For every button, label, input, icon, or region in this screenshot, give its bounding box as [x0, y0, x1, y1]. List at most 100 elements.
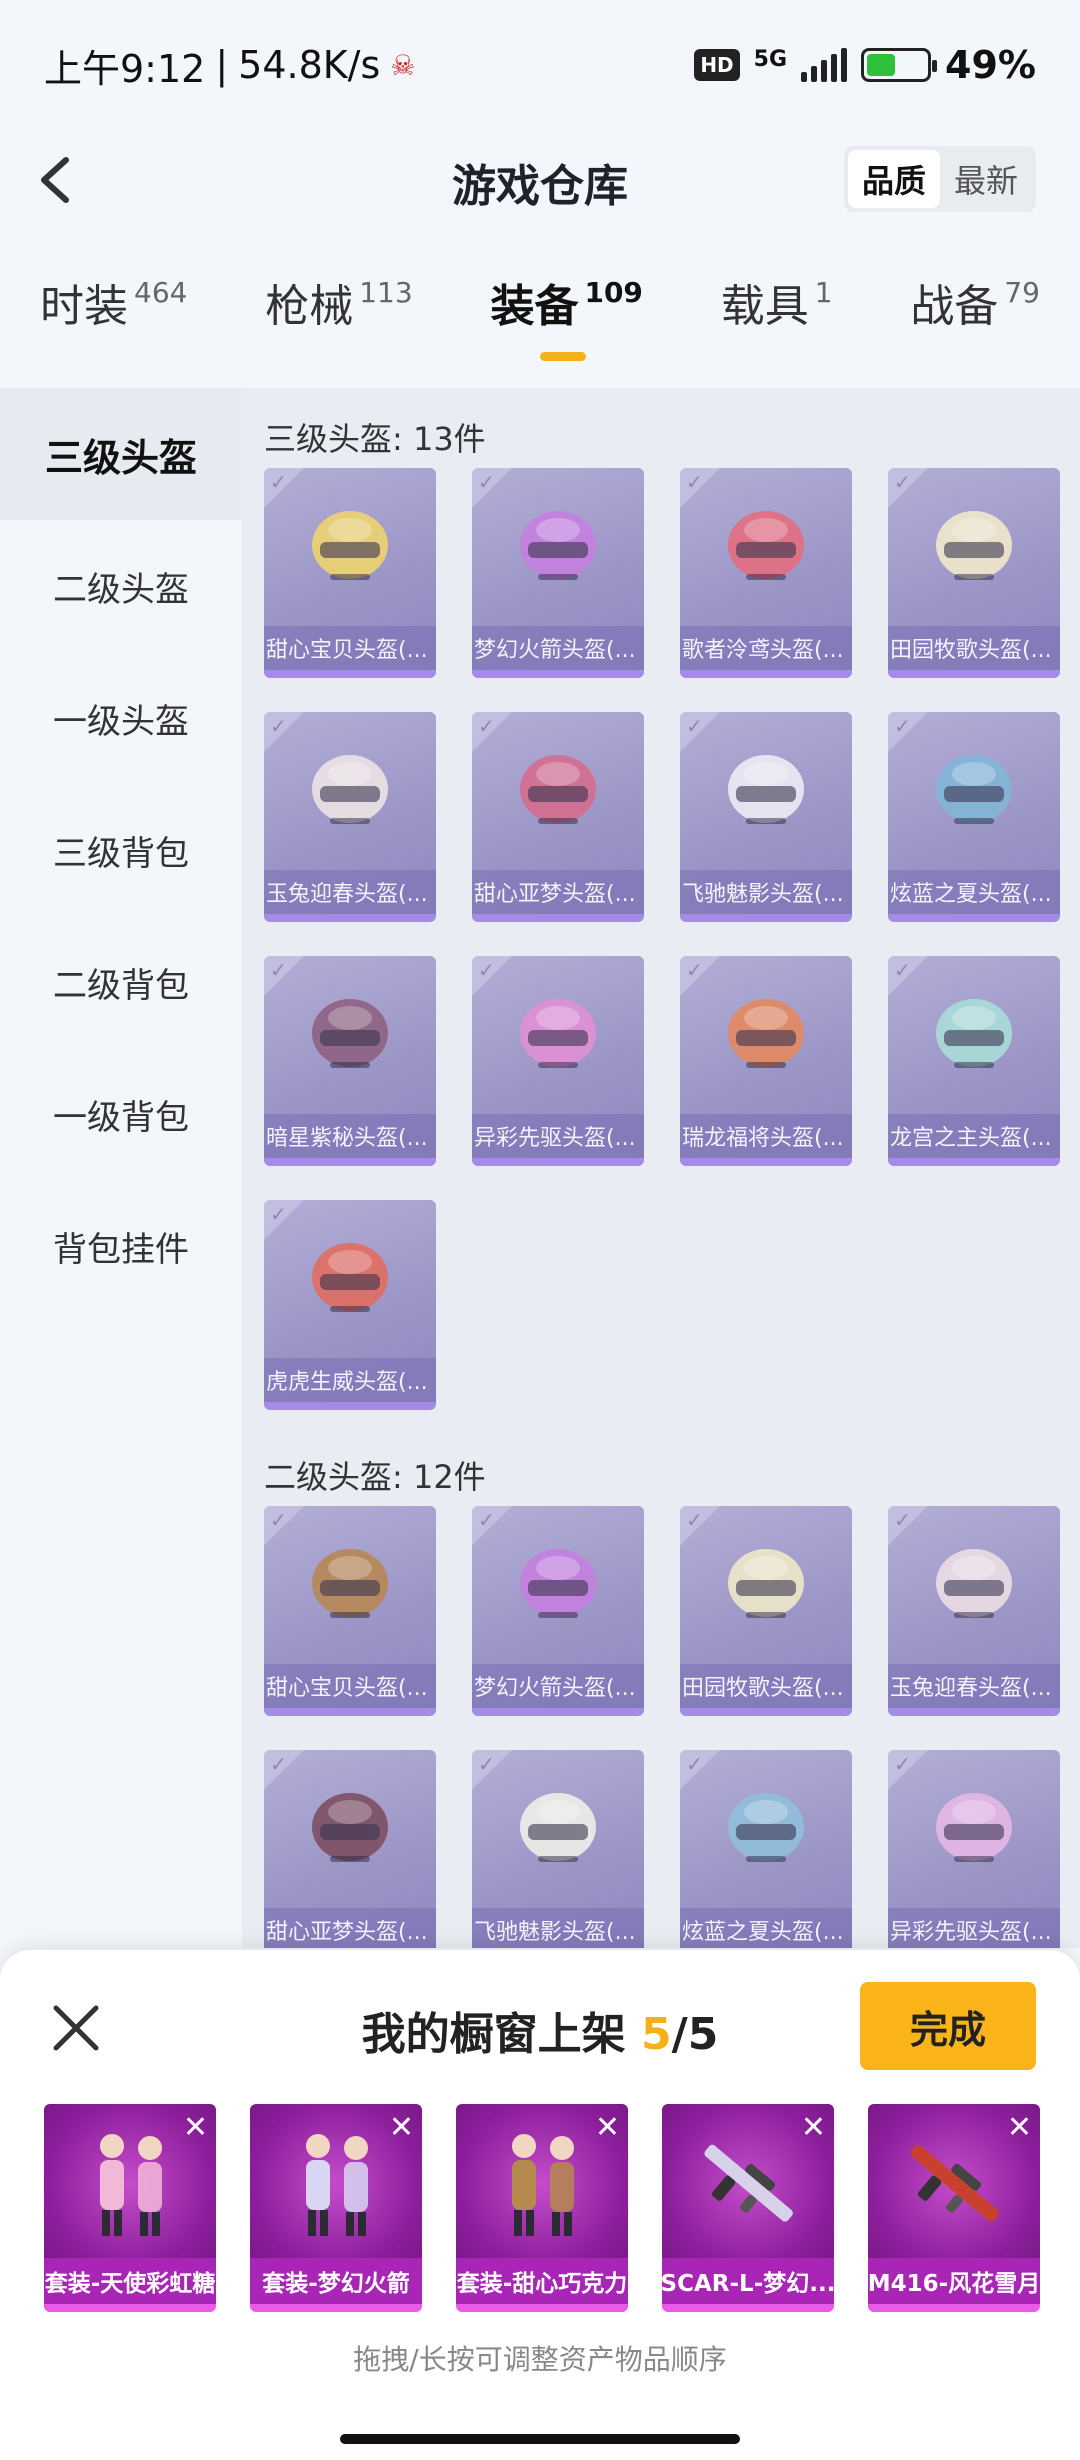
helmet-icon [312, 1243, 388, 1312]
check-icon: ✓ [270, 714, 287, 738]
showcase-item[interactable]: ✕ M416-风花雪月 [868, 2104, 1040, 2312]
home-indicator[interactable] [340, 2434, 740, 2444]
item-name: 龙宫之主头盔(... [888, 1114, 1060, 1158]
item-name: 异彩先驱头盔(... [888, 1908, 1060, 1948]
skin-preview-icon [512, 2134, 574, 2236]
check-icon: ✓ [686, 1508, 703, 1532]
remove-x-icon[interactable]: ✕ [595, 2110, 620, 2145]
sidebar-item-level1-helmet[interactable]: 一级头盔 [0, 652, 242, 784]
sidebar-item-level3-backpack[interactable]: 三级背包 [0, 784, 242, 916]
signal-icon [801, 48, 848, 82]
tab-guns[interactable]: 枪械 113 [265, 270, 412, 380]
check-icon: ✓ [894, 958, 911, 982]
sort-toggle: 品质 最新 [844, 146, 1036, 212]
remove-x-icon[interactable]: ✕ [389, 2110, 414, 2145]
item-list: 三级头盔: 13件 ✓ 甜心宝贝头盔(... ✓ 梦幻火箭头盔(... ✓ 歌者泠鸢头盔(… [242, 388, 1080, 1948]
item-name: 飞驰魅影头盔(... [472, 1908, 644, 1948]
reorder-hint: 拖拽/长按可调整资产物品顺序 [353, 2343, 727, 2376]
sidebar-item-level1-backpack[interactable]: 一级背包 [0, 1048, 242, 1180]
sidebar-item-level2-helmet[interactable]: 二级头盔 [0, 520, 242, 652]
item-card[interactable]: ✓ 甜心亚梦头盔(... [472, 712, 644, 922]
sidebar-item-level2-backpack[interactable]: 二级背包 [0, 916, 242, 1048]
item-card[interactable]: ✓ 炫蓝之夏头盔(... [888, 712, 1060, 922]
helmet-icon [936, 511, 1012, 580]
sort-newest[interactable]: 最新 [940, 150, 1032, 208]
check-icon: ✓ [894, 1508, 911, 1532]
showcase-item[interactable]: ✕ 套装-梦幻火箭 [250, 2104, 422, 2312]
item-name: 异彩先驱头盔(... [472, 1114, 644, 1158]
showcase-count: 5 [641, 2009, 672, 2060]
item-card[interactable]: ✓ 龙宫之主头盔(... [888, 956, 1060, 1166]
item-card[interactable]: ✓ 歌者泠鸢头盔(... [680, 468, 852, 678]
helmet-icon [312, 1793, 388, 1862]
helmet-icon [728, 755, 804, 824]
status-time: 上午9:12 [44, 46, 206, 91]
item-name: 炫蓝之夏头盔(... [888, 870, 1060, 914]
item-card[interactable]: ✓ 炫蓝之夏头盔(... [680, 1750, 852, 1948]
check-icon: ✓ [894, 714, 911, 738]
check-icon: ✓ [478, 1508, 495, 1532]
item-name: 梦幻火箭头盔(... [472, 1664, 644, 1708]
remove-x-icon[interactable]: ✕ [183, 2110, 208, 2145]
category-tabs: 时装 464 枪械 113 装备 109 载具 1 战备 79 [0, 270, 1080, 380]
item-card[interactable]: ✓ 甜心宝贝头盔(... [264, 468, 436, 678]
sidebar-item-backpack-pendant[interactable]: 背包挂件 [0, 1180, 242, 1312]
showcase-item-name: M416-风花雪月 [868, 2258, 1040, 2304]
item-name: 飞驰魅影头盔(... [680, 870, 852, 914]
item-name: 梦幻火箭头盔(... [472, 626, 644, 670]
item-card[interactable]: ✓ 暗星紫秘头盔(... [264, 956, 436, 1166]
weapon-preview-icon [704, 2144, 793, 2222]
sort-quality[interactable]: 品质 [848, 150, 940, 208]
showcase-item[interactable]: ✕ 套装-天使彩虹糖 [44, 2104, 216, 2312]
item-card[interactable]: ✓ 异彩先驱头盔(... [888, 1750, 1060, 1948]
sidebar-item-level3-helmet[interactable]: 三级头盔 [0, 388, 242, 520]
item-card[interactable]: ✓ 玉兔迎春头盔(... [888, 1506, 1060, 1716]
tab-supplies[interactable]: 战备 79 [910, 270, 1040, 380]
item-card[interactable]: ✓ 甜心宝贝头盔(... [264, 1506, 436, 1716]
item-grid: ✓ 甜心宝贝头盔(... ✓ 梦幻火箭头盔(... ✓ 歌者泠鸢头盔(... ✓ 田园牧歌头盔… [264, 468, 1080, 1410]
done-button[interactable]: 完成 [860, 1982, 1036, 2070]
showcase-item[interactable]: ✕ SCAR-L-梦幻... [662, 2104, 834, 2312]
item-card[interactable]: ✓ 飞驰魅影头盔(... [680, 712, 852, 922]
item-grid: ✓ 甜心宝贝头盔(... ✓ 梦幻火箭头盔(... ✓ 田园牧歌头盔(... ✓ 玉兔迎春头盔… [264, 1506, 1080, 1948]
showcase-items: ✕ 套装-天使彩虹糖 ✕ 套装-梦幻火箭 ✕ 套装-甜心巧克力 ✕ SCAR-L-梦幻... ✕… [44, 2104, 1040, 2312]
group-title: 二级头盔: 12件 [264, 1458, 486, 1496]
check-icon: ✓ [270, 1508, 287, 1532]
tab-equipment[interactable]: 装备 109 [490, 270, 643, 380]
tab-fashion[interactable]: 时装 464 [40, 270, 187, 380]
check-icon: ✓ [686, 958, 703, 982]
item-card[interactable]: ✓ 甜心亚梦头盔(... [264, 1750, 436, 1948]
item-card[interactable]: ✓ 虎虎生威头盔(... [264, 1200, 436, 1410]
helmet-icon [936, 1793, 1012, 1862]
showcase-item-name: 套装-天使彩虹糖 [44, 2258, 216, 2304]
showcase-item[interactable]: ✕ 套装-甜心巧克力 [456, 2104, 628, 2312]
item-card[interactable]: ✓ 田园牧歌头盔(... [888, 468, 1060, 678]
group-title: 三级头盔: 13件 [264, 420, 486, 458]
helmet-icon [312, 999, 388, 1068]
tab-vehicles[interactable]: 载具 1 [721, 270, 833, 380]
remove-x-icon[interactable]: ✕ [801, 2110, 826, 2145]
item-card[interactable]: ✓ 瑞龙福将头盔(... [680, 956, 852, 1166]
helmet-icon [936, 755, 1012, 824]
showcase-sheet: 我的橱窗上架 5/5 完成 ✕ 套装-天使彩虹糖 ✕ 套装-梦幻火箭 ✕ 套装-甜心巧克力… [0, 1950, 1080, 2460]
item-name: 甜心亚梦头盔(... [264, 1908, 436, 1948]
item-card[interactable]: ✓ 田园牧歌头盔(... [680, 1506, 852, 1716]
check-icon: ✓ [270, 958, 287, 982]
helmet-icon [936, 999, 1012, 1068]
helmet-icon [520, 1549, 596, 1618]
remove-x-icon[interactable]: ✕ [1007, 2110, 1032, 2145]
item-card[interactable]: ✓ 飞驰魅影头盔(... [472, 1750, 644, 1948]
helmet-icon [312, 511, 388, 580]
network-type: 5G [753, 47, 788, 72]
check-icon: ✓ [478, 958, 495, 982]
item-card[interactable]: ✓ 梦幻火箭头盔(... [472, 468, 644, 678]
helmet-icon [728, 1793, 804, 1862]
item-name: 田园牧歌头盔(... [888, 626, 1060, 670]
header: 游戏仓库 品质 最新 [0, 130, 1080, 230]
check-icon: ✓ [270, 470, 287, 494]
helmet-icon [312, 1549, 388, 1618]
battery-icon [861, 48, 938, 82]
item-card[interactable]: ✓ 梦幻火箭头盔(... [472, 1506, 644, 1716]
item-card[interactable]: ✓ 玉兔迎春头盔(... [264, 712, 436, 922]
item-card[interactable]: ✓ 异彩先驱头盔(... [472, 956, 644, 1166]
